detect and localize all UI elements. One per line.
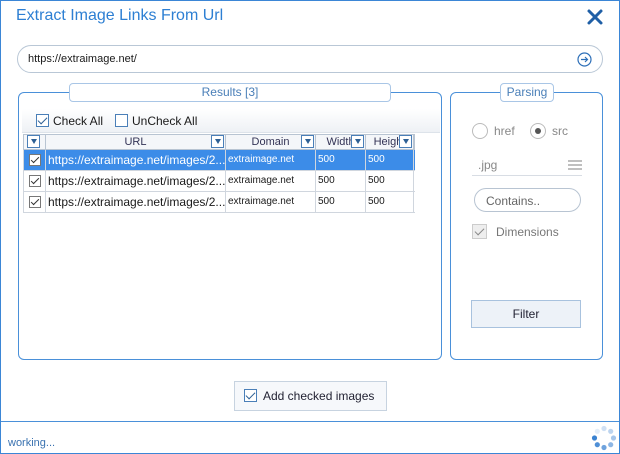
domain-cell: extraimage.net [226, 150, 316, 170]
contains-input[interactable]: Contains.. [474, 188, 581, 212]
menu-icon[interactable] [568, 160, 582, 170]
dimensions-label: Dimensions [496, 225, 559, 239]
add-checked-images-label: Add checked images [263, 389, 375, 403]
loading-spinner-icon [591, 425, 617, 451]
domain-cell: extraimage.net [226, 171, 316, 191]
domain-cell: extraimage.net [226, 192, 316, 212]
extension-value: .jpg [478, 158, 498, 172]
row-select-cell [24, 150, 46, 170]
table-row[interactable]: https://extraimage.net/images/2... extra… [23, 171, 415, 192]
contains-placeholder: Contains.. [486, 194, 541, 208]
checkbox-icon [472, 224, 487, 239]
row-select-cell [24, 192, 46, 212]
parsing-panel: Parsing href src .jpg Contains.. Dimensi… [450, 83, 603, 360]
height-cell: 500 [366, 171, 414, 191]
extension-selector[interactable]: .jpg [472, 154, 582, 176]
check-all-checkbox-icon [36, 114, 49, 127]
url-input-value: https://extraimage.net/ [28, 53, 137, 65]
header-domain-label: Domain [251, 136, 290, 148]
url-input[interactable]: https://extraimage.net/ [17, 45, 603, 73]
close-button[interactable] [585, 7, 605, 27]
chevron-down-icon [399, 135, 412, 148]
chevron-down-icon [211, 135, 224, 148]
check-toolbar: Check All UnCheck All [22, 109, 440, 133]
url-cell: https://extraimage.net/images/2... [46, 171, 226, 191]
header-select-column[interactable] [24, 135, 46, 149]
checkbox-icon [244, 389, 257, 402]
src-radio[interactable]: src [530, 123, 569, 139]
arrow-right-circle-icon [577, 52, 592, 67]
href-radio[interactable]: href [472, 123, 527, 139]
status-divider [1, 421, 619, 422]
header-domain[interactable]: Domain [226, 135, 316, 149]
radio-icon [472, 123, 488, 139]
results-grid: URL Domain Width Height https://extraima… [23, 134, 415, 213]
width-cell: 500 [316, 192, 366, 212]
check-all-button[interactable]: Check All [36, 113, 103, 129]
parsing-legend: Parsing [500, 83, 554, 102]
href-label: href [494, 124, 515, 138]
row-select-cell [24, 171, 46, 191]
height-cell: 500 [366, 150, 414, 170]
row-checkbox[interactable] [29, 154, 41, 166]
width-cell: 500 [316, 171, 366, 191]
src-label: src [552, 124, 569, 138]
header-url-label: URL [124, 136, 147, 148]
window-title: Extract Image Links From Url [16, 7, 224, 24]
dimensions-checkbox[interactable]: Dimensions [472, 224, 559, 240]
grid-header: URL Domain Width Height [23, 134, 415, 150]
height-cell: 500 [366, 192, 414, 212]
parse-mode-group: href src [472, 123, 568, 141]
results-legend: Results [3] [69, 83, 391, 102]
table-row[interactable]: https://extraimage.net/images/2... extra… [23, 150, 415, 171]
uncheck-all-label: UnCheck All [132, 114, 198, 128]
title-bar: Extract Image Links From Url [1, 1, 619, 33]
chevron-down-icon [351, 135, 364, 148]
status-text: working... [8, 437, 56, 449]
uncheck-all-checkbox-icon [115, 114, 128, 127]
header-height[interactable]: Height [366, 135, 414, 149]
check-all-label: Check All [53, 114, 104, 128]
url-cell: https://extraimage.net/images/2... [46, 192, 226, 212]
chevron-down-icon [301, 135, 314, 148]
header-width[interactable]: Width [316, 135, 366, 149]
url-cell: https://extraimage.net/images/2... [46, 150, 226, 170]
chevron-down-icon [27, 135, 40, 148]
extract-image-links-window: Extract Image Links From Url https://ext… [0, 0, 620, 454]
row-checkbox[interactable] [29, 196, 41, 208]
table-row[interactable]: https://extraimage.net/images/2... extra… [23, 192, 415, 213]
close-icon [587, 9, 603, 25]
go-button[interactable] [577, 52, 592, 67]
results-panel: Results [3] Check All UnCheck All URL Do… [18, 83, 442, 360]
add-checked-images-button[interactable]: Add checked images [234, 381, 387, 411]
radio-selected-icon [530, 123, 547, 139]
uncheck-all-button[interactable]: UnCheck All [115, 113, 197, 129]
row-checkbox[interactable] [29, 175, 41, 187]
header-url[interactable]: URL [46, 135, 226, 149]
width-cell: 500 [316, 150, 366, 170]
filter-button[interactable]: Filter [471, 300, 581, 328]
